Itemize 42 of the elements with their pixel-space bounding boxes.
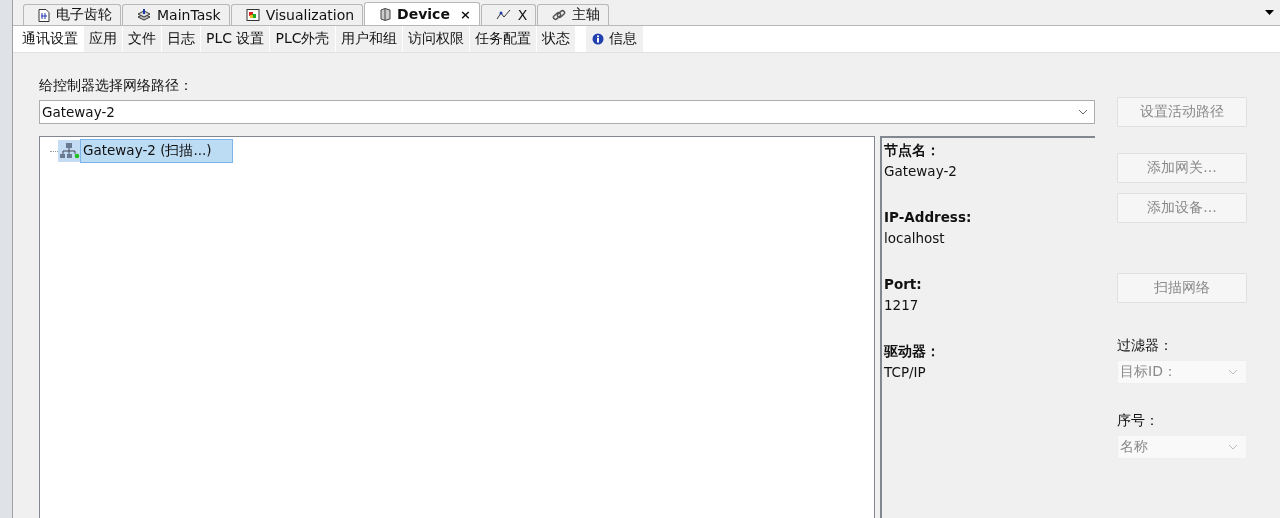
document-tab[interactable]: Visualization — [230, 4, 364, 25]
document-tab[interactable]: Device × — [364, 2, 480, 25]
document-icon — [38, 8, 50, 22]
document-tab[interactable]: 主轴 — [537, 4, 610, 25]
document-tab[interactable]: X — [480, 4, 537, 25]
axis-icon — [495, 9, 512, 21]
info-value: localhost — [884, 229, 946, 248]
path-label: 给控制器选择网络路径： — [39, 77, 194, 95]
settings-tab[interactable]: 状态 — [536, 26, 576, 52]
dropdown-caret-icon[interactable] — [1265, 10, 1274, 15]
document-tab[interactable]: 电子齿轮 — [23, 4, 121, 25]
chevron-icon — [1078, 109, 1088, 115]
settings-tab[interactable]: PLC 设置 — [201, 26, 271, 52]
info-label: Port: — [884, 275, 923, 294]
document-tab[interactable]: MainTask — [122, 4, 230, 25]
info-icon — [591, 33, 604, 45]
visualization-icon — [245, 8, 260, 22]
sort-label: 序号： — [1117, 412, 1160, 430]
chevron-icon — [1228, 369, 1238, 375]
layers-icon — [137, 8, 151, 22]
device-icon — [379, 7, 392, 21]
network-icon — [58, 140, 80, 162]
path-combo[interactable]: Gateway-2 — [39, 100, 1095, 124]
info-label: 节点名： — [884, 141, 941, 160]
settings-tab[interactable]: 应用 — [84, 26, 123, 52]
info-value: 1217 — [884, 296, 920, 315]
settings-tab[interactable]: 用户和组 — [335, 26, 403, 52]
settings-tab[interactable]: 信息 — [585, 26, 644, 52]
settings-tab[interactable]: 文件 — [123, 26, 162, 52]
info-label: 驱动器： — [884, 342, 941, 361]
filter-label: 过滤器： — [1117, 337, 1174, 355]
settings-tab[interactable]: 任务配置 — [469, 26, 537, 52]
settings-tab[interactable]: 日志 — [162, 26, 201, 52]
link-icon — [552, 8, 567, 22]
settings-tab[interactable]: PLC外壳 — [270, 26, 336, 52]
info-value: Gateway-2 — [884, 162, 958, 181]
info-label: IP-Address: — [884, 208, 973, 227]
info-value: TCP/IP — [884, 363, 927, 382]
close-icon[interactable]: × — [459, 6, 471, 22]
tree-node[interactable]: Gateway-2 (扫描...) — [80, 139, 233, 163]
chevron-icon — [1228, 444, 1238, 450]
settings-tab[interactable]: 访问权限 — [402, 26, 470, 52]
